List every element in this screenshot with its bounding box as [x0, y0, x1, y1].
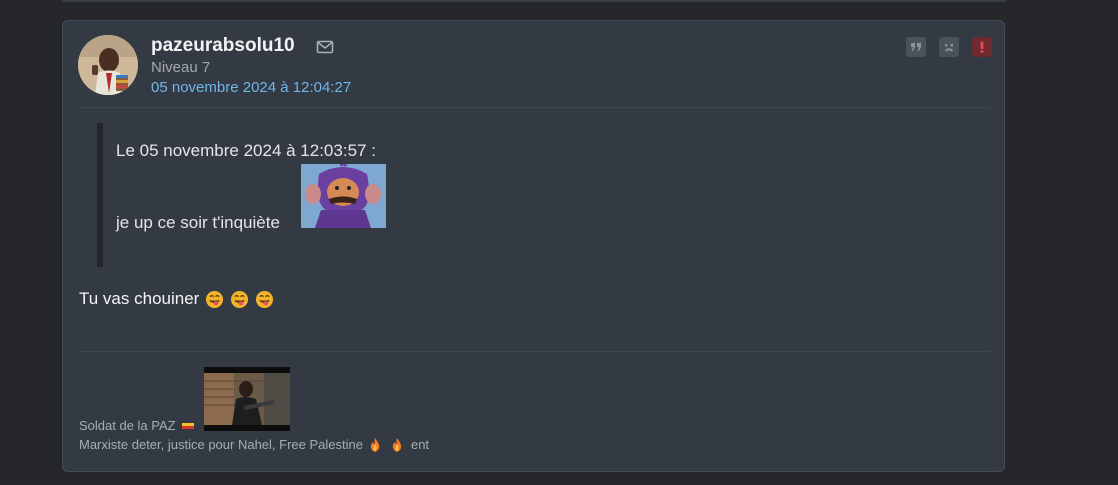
- previous-post-edge: [62, 0, 1007, 2]
- reply-text: Tu vas chouiner: [79, 289, 200, 308]
- reply-message: Tu vas chouiner: [79, 289, 274, 309]
- signature-image[interactable]: [204, 367, 290, 431]
- signature-line-1: Soldat de la PAZ: [79, 418, 196, 433]
- avatar-image: [78, 35, 138, 95]
- alert-icon: [980, 41, 984, 53]
- mail-icon[interactable]: [316, 39, 334, 55]
- username[interactable]: pazeurabsolu10: [151, 35, 295, 57]
- tongue-face-emoji: [205, 290, 224, 309]
- sad-button[interactable]: [939, 37, 959, 57]
- avatar[interactable]: [78, 35, 138, 95]
- report-button[interactable]: [972, 37, 992, 57]
- post-date[interactable]: 05 novembre 2024 à 12:04:27: [151, 79, 351, 96]
- user-level: Niveau 7: [151, 59, 211, 76]
- flag-icon: [181, 421, 196, 431]
- quote-icon: [911, 43, 921, 51]
- quote-header: Le 05 novembre 2024 à 12:03:57 :: [116, 141, 376, 160]
- fire-icon: [391, 437, 403, 452]
- quote-bar: [97, 123, 103, 267]
- header-divider: [79, 107, 991, 108]
- signature-text-1: Soldat de la PAZ: [79, 418, 176, 433]
- quote-text: je up ce soir t'inquiète: [116, 213, 280, 232]
- tongue-face-emoji: [230, 290, 249, 309]
- signature-text-2: Marxiste deter, justice pour Nahel, Free…: [79, 437, 363, 452]
- signature-line-2: Marxiste deter, justice pour Nahel, Free…: [79, 437, 429, 452]
- fire-icon: [369, 437, 381, 452]
- sad-face-icon: [944, 44, 954, 52]
- signature-tail: ent: [410, 437, 430, 452]
- tongue-face-emoji: [255, 290, 274, 309]
- forum-post: pazeurabsolu10 Niveau 7 05 novembre 2024…: [62, 20, 1005, 472]
- signature-divider: [79, 351, 991, 352]
- teletubby-sticker[interactable]: [301, 164, 386, 228]
- quote-button[interactable]: [906, 37, 926, 57]
